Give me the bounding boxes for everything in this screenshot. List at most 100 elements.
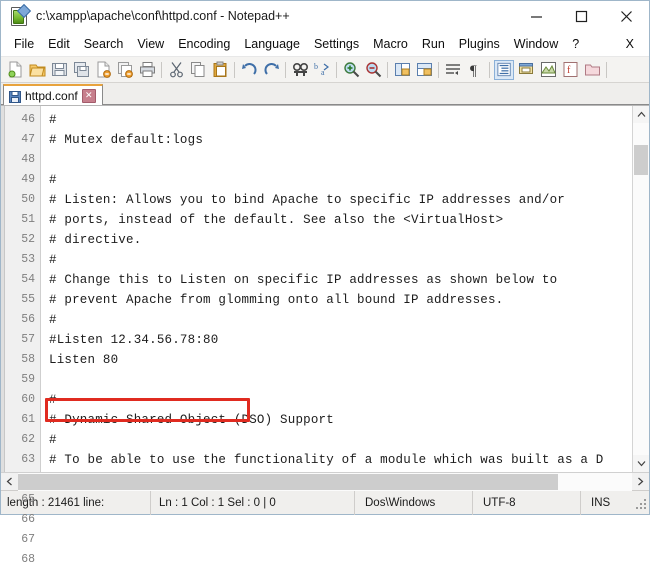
menu-item-settings[interactable]: Settings	[307, 35, 366, 53]
vertical-scroll-track[interactable]	[633, 123, 649, 455]
toolbar-separator	[285, 61, 286, 78]
line-number: 46	[21, 113, 35, 126]
function-list-icon[interactable]: f	[560, 60, 580, 80]
maximize-button[interactable]	[559, 1, 604, 31]
toolbar-separator	[234, 61, 235, 78]
horizontal-scrollbar[interactable]	[1, 472, 649, 491]
close-all-icon[interactable]	[115, 60, 135, 80]
line-number-gutter: 46 47 48 49 50 51 52 53 54 55 56 57 58 5…	[5, 106, 41, 566]
find-icon[interactable]	[290, 60, 310, 80]
status-insert-mode[interactable]: INS	[581, 491, 633, 515]
menu-item-search[interactable]: Search	[77, 35, 131, 53]
code-line: # ports, instead of the default. See als…	[49, 213, 504, 227]
paste-icon[interactable]	[210, 60, 230, 80]
print-icon[interactable]	[137, 60, 157, 80]
code-text-area[interactable]: # # Mutex default:logs # # Listen: Allow…	[41, 106, 632, 472]
menu-item-language[interactable]: Language	[237, 35, 307, 53]
saved-file-icon	[9, 90, 21, 103]
menu-item-encoding[interactable]: Encoding	[171, 35, 237, 53]
menu-item-plugins[interactable]: Plugins	[452, 35, 507, 53]
code-line: # To be able to use the functionality of…	[49, 453, 604, 467]
code-line: # directive.	[49, 233, 142, 247]
code-line: # Dynamic Shared Object (DSO) Support	[49, 413, 334, 427]
close-file-icon[interactable]	[93, 60, 113, 80]
tab-bar: httpd.conf ✕	[1, 83, 649, 105]
title-bar: c:\xampp\apache\conf\httpd.conf - Notepa…	[1, 1, 649, 32]
menu-item-help[interactable]: ?	[565, 35, 586, 53]
status-eol-format[interactable]: Dos\Windows	[355, 490, 473, 515]
vertical-scrollbar[interactable]	[632, 106, 649, 472]
line-number: 65	[21, 493, 35, 506]
line-number: 48	[21, 153, 35, 166]
user-defined-dialog-icon[interactable]	[516, 60, 536, 80]
menu-bar: File Edit Search View Encoding Language …	[1, 32, 649, 57]
open-file-icon[interactable]	[27, 60, 47, 80]
menu-item-file[interactable]: File	[7, 35, 41, 53]
horizontal-scroll-track[interactable]	[18, 472, 632, 491]
toolbar-separator	[606, 61, 607, 78]
minimize-button[interactable]	[514, 1, 559, 31]
line-number: 62	[21, 433, 35, 446]
menu-item-run[interactable]: Run	[415, 35, 452, 53]
close-document-button[interactable]: X	[617, 35, 643, 53]
scroll-down-icon[interactable]	[633, 455, 649, 472]
save-icon[interactable]	[49, 60, 69, 80]
sync-vertical-scroll-icon[interactable]	[392, 60, 412, 80]
toolbar-separator	[387, 61, 388, 78]
resize-grip-icon[interactable]	[633, 496, 647, 510]
zoom-out-icon[interactable]	[363, 60, 383, 80]
indent-guide-icon[interactable]	[494, 59, 514, 80]
line-number: 47	[21, 133, 35, 146]
toolbar-separator	[161, 61, 162, 78]
svg-text:b: b	[314, 62, 318, 71]
code-line: Listen 80	[49, 353, 119, 367]
close-button[interactable]	[604, 1, 649, 31]
horizontal-scroll-thumb[interactable]	[18, 473, 559, 490]
toolbar-separator	[438, 61, 439, 78]
line-number: 50	[21, 193, 35, 206]
undo-icon[interactable]	[239, 60, 259, 80]
editor-area: 46 47 48 49 50 51 52 53 54 55 56 57 58 5…	[1, 105, 649, 566]
tab-close-icon[interactable]: ✕	[81, 88, 96, 103]
scroll-up-icon[interactable]	[633, 106, 649, 123]
folder-as-workspace-icon[interactable]	[582, 60, 602, 80]
menu-item-macro[interactable]: Macro	[366, 35, 415, 53]
line-number: 57	[21, 333, 35, 346]
show-all-characters-icon[interactable]: ¶	[465, 60, 485, 80]
line-number: 63	[21, 453, 35, 466]
replace-icon[interactable]: ba	[312, 60, 332, 80]
notepad-plus-plus-icon	[10, 3, 32, 26]
menu-item-edit[interactable]: Edit	[41, 35, 77, 53]
code-line: # Listen: Allows you to bind Apache to s…	[49, 193, 565, 207]
code-line: # prevent Apache from glomming onto all …	[49, 293, 504, 307]
code-line: #	[49, 113, 57, 127]
vertical-scroll-thumb[interactable]	[634, 145, 648, 175]
redo-icon[interactable]	[261, 60, 281, 80]
tab-label: httpd.conf	[25, 88, 78, 103]
line-number: 55	[21, 293, 35, 306]
line-number: 52	[21, 233, 35, 246]
cut-icon[interactable]	[166, 60, 186, 80]
document-map-icon[interactable]	[538, 60, 558, 80]
code-line: #	[49, 313, 57, 327]
toolbar-separator	[336, 61, 337, 78]
line-number: 60	[21, 393, 35, 406]
word-wrap-icon[interactable]	[443, 60, 463, 80]
save-all-icon[interactable]	[71, 60, 91, 80]
line-number: 56	[21, 313, 35, 326]
code-line: #	[49, 173, 57, 187]
status-bar: length : 21461 line: Ln : 1 Col : 1 Sel …	[1, 490, 649, 515]
line-number: 59	[21, 373, 35, 386]
menu-item-window[interactable]: Window	[507, 35, 565, 53]
toolbar: ba ¶ f	[1, 57, 649, 83]
scroll-right-icon[interactable]	[632, 473, 649, 491]
tab-httpd-conf[interactable]: httpd.conf ✕	[3, 84, 103, 105]
new-file-icon[interactable]	[5, 60, 25, 80]
copy-icon[interactable]	[188, 60, 208, 80]
window-controls	[514, 1, 649, 31]
sync-horizontal-scroll-icon[interactable]	[414, 60, 434, 80]
zoom-in-icon[interactable]	[341, 60, 361, 80]
menu-item-view[interactable]: View	[130, 35, 171, 53]
status-encoding[interactable]: UTF-8	[473, 490, 581, 515]
